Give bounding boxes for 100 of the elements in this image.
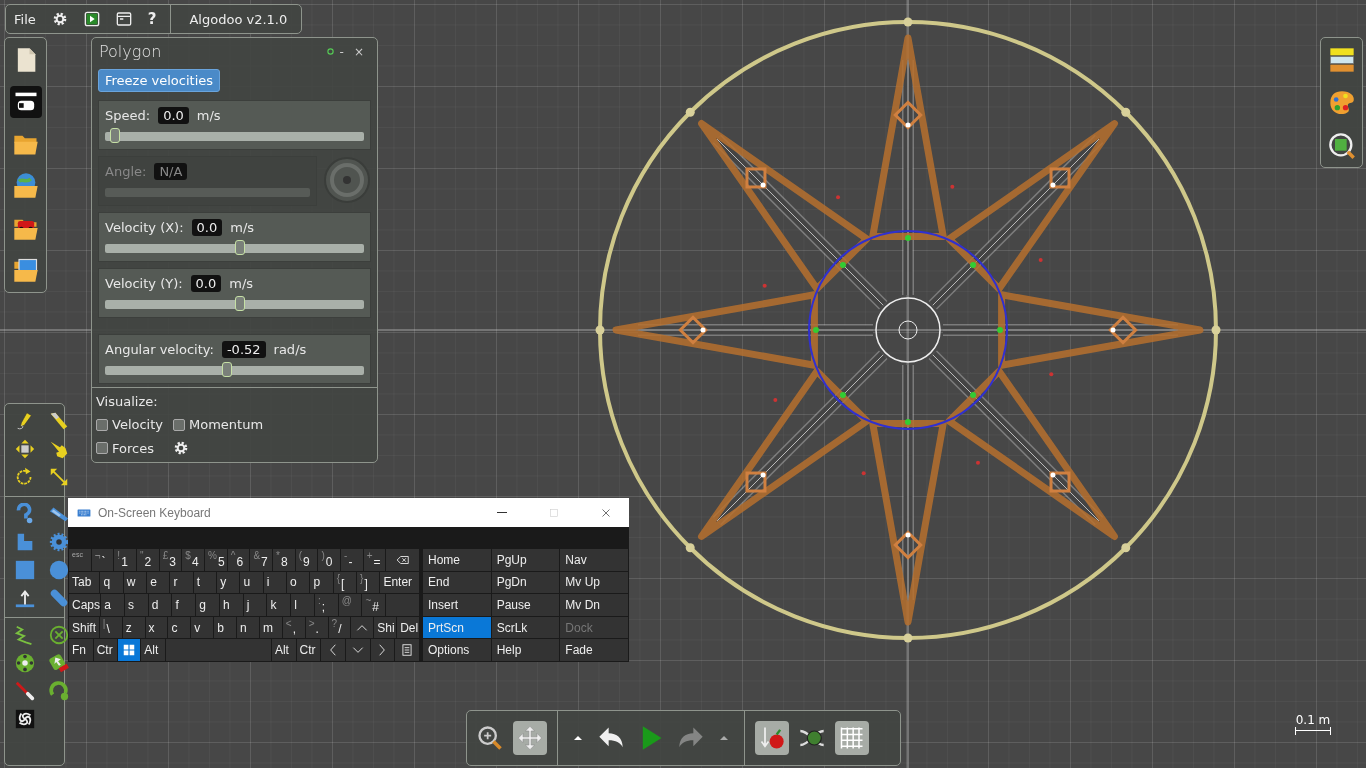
keyboard-key[interactable]: += xyxy=(363,549,386,571)
keyboard-key[interactable]: )0 xyxy=(318,549,341,571)
keyboard-key[interactable]: }] xyxy=(357,571,380,594)
keyboard-key[interactable]: Insert xyxy=(423,594,491,616)
keyboard-key[interactable]: v xyxy=(191,616,214,639)
checkbox[interactable]: Velocity xyxy=(96,417,163,432)
keyboard-key[interactable]: Help xyxy=(491,639,560,661)
keyboard-key[interactable]: "2 xyxy=(137,549,159,571)
keyboard-key[interactable]: Fade xyxy=(560,639,628,661)
keyboard-key[interactable]: Pause xyxy=(491,594,560,616)
keyboard-key[interactable]: End xyxy=(423,571,491,594)
keyboard-key[interactable]: r xyxy=(170,571,193,594)
keyboard-key[interactable]: Del xyxy=(397,616,420,639)
keyboard-key[interactable]: -- xyxy=(341,549,363,571)
keyboard-key[interactable]: l xyxy=(291,594,314,616)
checkbox-box[interactable] xyxy=(96,418,108,431)
keyboard-key[interactable]: y xyxy=(217,571,240,594)
keyboard-key[interactable]: Mv Dn xyxy=(560,594,628,616)
keyboard-key[interactable]: Ctr xyxy=(93,639,118,661)
value-field[interactable]: 0.0 xyxy=(158,107,189,124)
keyboard-key[interactable]: e xyxy=(147,571,170,594)
tool-button[interactable] xyxy=(48,652,72,674)
keyboard-key[interactable]: {[ xyxy=(333,571,357,594)
keyboard-key[interactable]: u xyxy=(240,571,263,594)
keyboard-key[interactable]: (9 xyxy=(295,549,318,571)
keyboard-key[interactable]: s xyxy=(124,594,148,616)
keyboard-key[interactable]: Enter xyxy=(380,571,420,594)
value-field[interactable]: 0.0 xyxy=(191,219,223,236)
keyboard-key[interactable]: i xyxy=(263,571,287,594)
keyboard-key[interactable]: Nav xyxy=(560,549,628,571)
keyboard-key[interactable]: £3 xyxy=(159,549,182,571)
window-icon xyxy=(115,11,132,27)
keyboard-key[interactable]: a xyxy=(101,594,124,616)
keyboard-key[interactable]: Tab xyxy=(69,571,100,594)
keyboard-key[interactable]: o xyxy=(287,571,310,594)
slider-thumb[interactable] xyxy=(222,362,233,377)
keyboard-key[interactable]: @ xyxy=(338,594,362,616)
keyboard-key[interactable]: z xyxy=(122,616,145,639)
keyboard-key[interactable]: Home xyxy=(423,549,491,571)
keyboard-key[interactable]: b xyxy=(214,616,237,639)
keyboard-key[interactable]: ScrLk xyxy=(491,616,560,639)
keyboard-key[interactable] xyxy=(386,549,420,571)
file-menu[interactable]: File xyxy=(6,11,44,27)
keyboard-key[interactable]: Options xyxy=(423,639,491,661)
keyboard-key[interactable]: j xyxy=(243,594,267,616)
keyboard-key[interactable]: p xyxy=(310,571,333,594)
keyboard-key[interactable]: PgUp xyxy=(491,549,560,571)
keyboard-key[interactable]: w xyxy=(123,571,147,594)
close-button[interactable]: × xyxy=(348,44,369,59)
checkbox-box[interactable] xyxy=(173,418,185,431)
toolbar-button[interactable] xyxy=(9,86,42,118)
pin-icon[interactable] xyxy=(325,47,335,56)
keyboard-key[interactable]: ^6 xyxy=(227,549,250,571)
keyboard-key[interactable]: Alt xyxy=(271,639,296,661)
keyboard-key[interactable]: m xyxy=(259,616,282,639)
value-field[interactable]: 0.0 xyxy=(190,275,222,292)
keyboard-key[interactable] xyxy=(118,639,141,661)
checkbox[interactable]: Forces xyxy=(96,440,154,456)
keyboard-key[interactable]: %5 xyxy=(205,549,227,571)
keyboard-key[interactable]: k xyxy=(267,594,291,616)
value-field[interactable]: -0.52 xyxy=(221,341,266,358)
keyboard-key[interactable]: *8 xyxy=(273,549,295,571)
keyboard-key[interactable]: &7 xyxy=(250,549,273,571)
keyboard-key[interactable]: x xyxy=(145,616,168,639)
keyboard-key[interactable]: q xyxy=(100,571,123,594)
keyboard-key[interactable]: <, xyxy=(282,616,305,639)
slider-thumb[interactable] xyxy=(234,296,245,311)
keyboard-key[interactable]: h xyxy=(219,594,243,616)
keyboard-key[interactable]: Fn xyxy=(69,639,93,661)
keyboard-key[interactable]: Alt xyxy=(141,639,165,661)
slider-thumb[interactable] xyxy=(110,128,121,143)
scale-label: 0.1 m xyxy=(1295,713,1331,727)
keyboard-key[interactable]: ¬` xyxy=(91,549,114,571)
checkbox-box[interactable] xyxy=(96,442,108,454)
keyboard-key[interactable]: $4 xyxy=(182,549,205,571)
slider-thumb[interactable] xyxy=(234,240,245,255)
keyboard-key[interactable]: n xyxy=(237,616,259,639)
keyboard-key[interactable]: Shi xyxy=(374,616,397,639)
keyboard-key[interactable]: |\ xyxy=(99,616,122,639)
keyboard-key[interactable]: f xyxy=(172,594,196,616)
keyboard-key[interactable]: Caps xyxy=(69,594,101,616)
minimize-button[interactable]: - xyxy=(334,44,349,59)
checkbox[interactable]: Momentum xyxy=(173,417,264,432)
keyboard-key[interactable] xyxy=(395,639,419,661)
keyboard-key[interactable]: ?/ xyxy=(328,616,351,639)
keyboard-key[interactable]: !1 xyxy=(114,549,136,571)
help-menu[interactable]: ? xyxy=(139,10,165,28)
keyboard-key[interactable]: ~# xyxy=(362,594,386,616)
keyboard-key[interactable]: >. xyxy=(305,616,328,639)
keyboard-key[interactable]: d xyxy=(148,594,172,616)
keyboard-key[interactable]: Mv Up xyxy=(560,571,628,594)
keyboard-key[interactable]: Shift xyxy=(69,616,99,639)
keyboard-key[interactable]: :; xyxy=(314,594,338,616)
freeze-velocities-button[interactable]: Freeze velocities xyxy=(98,69,221,92)
keyboard-key[interactable]: g xyxy=(196,594,219,616)
keyboard-key[interactable]: c xyxy=(168,616,191,639)
keyboard-key[interactable]: PgDn xyxy=(491,571,560,594)
keyboard-key[interactable]: t xyxy=(193,571,217,594)
keyboard-key[interactable]: PrtScn xyxy=(423,616,491,639)
keyboard-key[interactable]: Ctr xyxy=(296,639,321,661)
